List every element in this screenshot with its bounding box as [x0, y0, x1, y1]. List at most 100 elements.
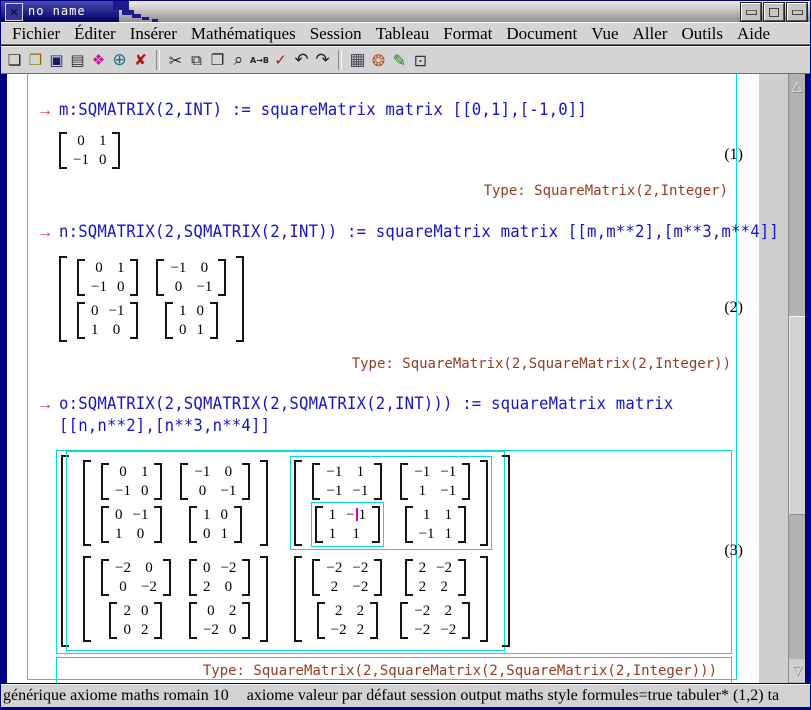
matrix-cell[interactable]: 22−22 — [303, 599, 391, 642]
matrix-cell[interactable]: 2 — [326, 602, 352, 621]
matrix-cell[interactable]: 1 — [215, 525, 233, 544]
matrix-cell[interactable]: 2 — [118, 602, 136, 621]
menu-inserer[interactable]: Insérer — [123, 24, 184, 44]
matrix-cell[interactable]: 2 — [352, 602, 370, 621]
menu-aller[interactable]: Aller — [626, 24, 675, 44]
matrix-cell[interactable]: 2 — [414, 578, 432, 597]
matrix-cell[interactable]: 2 — [431, 578, 457, 597]
matrix-cell[interactable]: −200−2 — [92, 556, 180, 599]
print-document-icon[interactable] — [67, 49, 88, 71]
input-code-3-line1[interactable]: o:SQMATRIX(2,SQMATRIX(2,SQMATRIX(2,INT))… — [59, 394, 673, 414]
matrix-cell[interactable]: 0 — [86, 259, 112, 278]
scroll-down-icon[interactable] — [789, 659, 805, 682]
matrix-cell[interactable]: 1 — [324, 506, 342, 525]
matrix-cell[interactable]: 0 — [136, 602, 154, 621]
input-code-3-line2[interactable]: [[n,n**2],[n**3,n**4]] — [59, 416, 270, 436]
focused-type-cell[interactable]: Type: SquareMatrix(2,SquareMatrix(2,Squa… — [56, 657, 732, 683]
paste-icon[interactable] — [207, 49, 228, 71]
matrix-cell[interactable]: 0 — [191, 259, 217, 278]
matrix-cell[interactable]: −1 — [435, 463, 461, 482]
matrix[interactable]: 01−10−100−10−1101001 — [59, 256, 244, 342]
input-code-1[interactable]: m:SQMATRIX(2,INT) := squareMatrix matrix… — [59, 100, 587, 120]
matrix-cell[interactable]: 01−10 — [92, 460, 171, 503]
matrix[interactable]: 01−10 — [77, 259, 138, 296]
matrix-cell[interactable]: −1 — [191, 278, 217, 297]
matrix[interactable]: 01−10 — [101, 463, 162, 500]
matrix-cell[interactable]: 0 — [128, 525, 154, 544]
matrix[interactable]: 01−10−100−10−1101001 — [83, 460, 268, 546]
matrix-cell[interactable]: 1 — [440, 525, 458, 544]
matrix-cell[interactable]: −2 — [409, 621, 435, 640]
matrix-cell[interactable]: −11−1−1 — [303, 460, 391, 503]
matrix-cell[interactable]: −11−1−1−1−11−11−11111−11 — [281, 455, 501, 551]
matrix-cell[interactable]: 2−222 — [391, 556, 479, 599]
matrix-cell[interactable]: −1 — [321, 463, 347, 482]
matrix-cell[interactable]: 0 — [118, 621, 136, 640]
search-icon[interactable] — [228, 49, 249, 71]
matrix-cell[interactable]: −1 — [435, 482, 461, 501]
matrix-cell[interactable]: −2 — [198, 621, 224, 640]
matrix-cell[interactable]: −1 — [68, 151, 94, 170]
matrix[interactable]: 0−110 — [101, 506, 162, 543]
matrix[interactable]: −200−20−220200202−20 — [83, 556, 268, 642]
matrix-cell[interactable]: 1 — [94, 132, 112, 151]
matrix-cell[interactable]: 0 — [215, 578, 241, 597]
save-document-icon[interactable] — [46, 49, 67, 71]
redo-icon[interactable] — [312, 49, 333, 71]
matrix-cell[interactable]: −1 — [104, 302, 130, 321]
cut-icon[interactable] — [165, 49, 186, 71]
matrix-cell[interactable]: 0−110 — [92, 503, 171, 546]
session-output-2[interactable]: 01−10−100−10−1101001 — [59, 256, 244, 342]
matrix-cell[interactable]: 0 — [198, 602, 224, 621]
matrix[interactable]: 2002 — [109, 602, 162, 639]
matrix[interactable]: 1−111 — [315, 506, 380, 543]
matrix-cell[interactable]: −2 — [435, 621, 461, 640]
menu-document[interactable]: Document — [499, 24, 584, 44]
matrix-cell[interactable]: 0 — [110, 463, 136, 482]
menu-vue[interactable]: Vue — [584, 24, 625, 44]
book-icon[interactable] — [88, 49, 109, 71]
focused-output-cell[interactable]: 01−10−100−10−1101001−11−1−1−1−11−11−1111… — [56, 450, 732, 654]
matrix-cell[interactable]: 0 — [215, 506, 233, 525]
matrix[interactable]: 1001 — [165, 302, 218, 339]
pencil-icon[interactable] — [389, 49, 410, 71]
input-code-2[interactable]: n:SQMATRIX(2,SQMATRIX(2,INT)) := squareM… — [59, 222, 779, 242]
matrix-cell[interactable]: 0−110 — [68, 299, 147, 342]
matrix-cell[interactable]: 1 — [136, 463, 154, 482]
output-3-matrix[interactable]: 01−10−100−10−1101001−11−1−1−1−11−11−1111… — [61, 455, 729, 647]
matrix-cell[interactable]: −2 — [215, 559, 241, 578]
matrix-cell[interactable]: −200−20−220200202−20 — [70, 551, 281, 647]
matrix[interactable]: 0−110 — [77, 302, 138, 339]
table-icon[interactable] — [347, 49, 368, 71]
matrix-cell[interactable]: 02−20 — [180, 599, 259, 642]
matrix-cell[interactable]: −1−11−1 — [391, 460, 479, 503]
vertical-scrollbar[interactable] — [788, 74, 805, 683]
matrix-cell[interactable]: 1 — [324, 525, 342, 544]
replace-icon[interactable] — [249, 49, 270, 71]
matrix-cell[interactable]: −2−22−22−22222−22−22−2−2 — [281, 551, 501, 647]
matrix-cell[interactable]: −2 — [326, 621, 352, 640]
matrix-cell[interactable]: 0 — [165, 278, 191, 297]
matrix-cell[interactable]: −1 — [321, 482, 347, 501]
matrix-cell[interactable]: 0 — [110, 578, 136, 597]
matrix-cell[interactable]: −2 — [347, 559, 373, 578]
matrix-cell[interactable]: 2 — [435, 602, 461, 621]
scrollbar-thumb[interactable] — [789, 316, 805, 515]
matrix-cell[interactable]: 0 — [198, 559, 216, 578]
matrix-cell[interactable]: 0 — [104, 321, 130, 340]
matrix-cell[interactable]: 0 — [94, 151, 112, 170]
session-input-3[interactable]: → o:SQMATRIX(2,SQMATRIX(2,SQMATRIX(2,INT… — [37, 394, 727, 414]
matrix[interactable]: −2−22−2 — [312, 559, 382, 596]
matrix-cell[interactable]: 1 — [191, 321, 209, 340]
matrix[interactable]: 01−10 — [59, 132, 120, 169]
matrix-cell[interactable]: −2 — [431, 559, 457, 578]
matrix-cell[interactable]: 0 — [136, 482, 154, 501]
open-document-icon[interactable] — [25, 49, 46, 71]
matrix-cell[interactable]: 1 — [174, 302, 192, 321]
menu-mathematiques[interactable]: Mathématiques — [184, 24, 303, 44]
matrix-cell[interactable]: 11−11 — [391, 503, 479, 546]
matrix-cell[interactable]: −1 — [165, 259, 191, 278]
matrix-cell[interactable]: 1 — [110, 525, 128, 544]
matrix[interactable]: −2−22−22−22222−22−22−2−2 — [294, 556, 488, 642]
matrix[interactable]: 0−220 — [189, 559, 250, 596]
